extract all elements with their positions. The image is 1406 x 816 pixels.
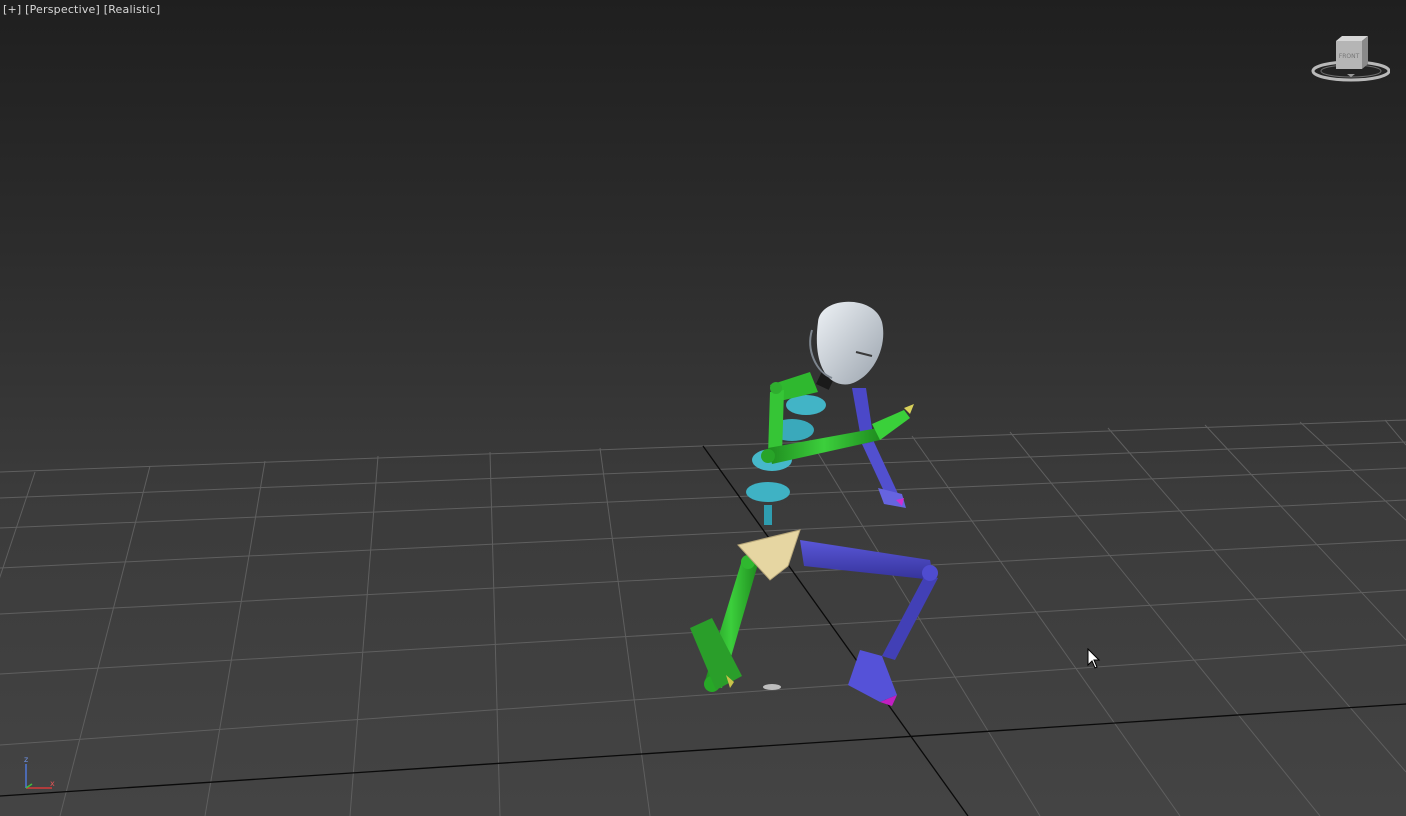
world-axis-tripod: z x: [24, 755, 55, 789]
viewcube[interactable]: FRONT: [1310, 36, 1390, 86]
home-grid: [0, 419, 1406, 816]
perspective-viewport[interactable]: [+] [Perspective] [Realistic] FRONT z x: [0, 0, 1406, 816]
mouse-cursor-icon: [1087, 648, 1101, 669]
footstep-marker: [763, 684, 781, 690]
axis-x-label: x: [50, 779, 55, 788]
axis-z-label: z: [24, 755, 28, 764]
biped-head[interactable]: [809, 301, 884, 385]
viewcube-side-face[interactable]: [1362, 36, 1368, 69]
scene-canvas[interactable]: [0, 0, 1406, 816]
biped-character[interactable]: [690, 301, 938, 706]
viewcube-face-label: FRONT: [1339, 53, 1360, 60]
biped-left-arm[interactable]: [761, 372, 914, 464]
biped-right-leg[interactable]: [800, 540, 938, 706]
